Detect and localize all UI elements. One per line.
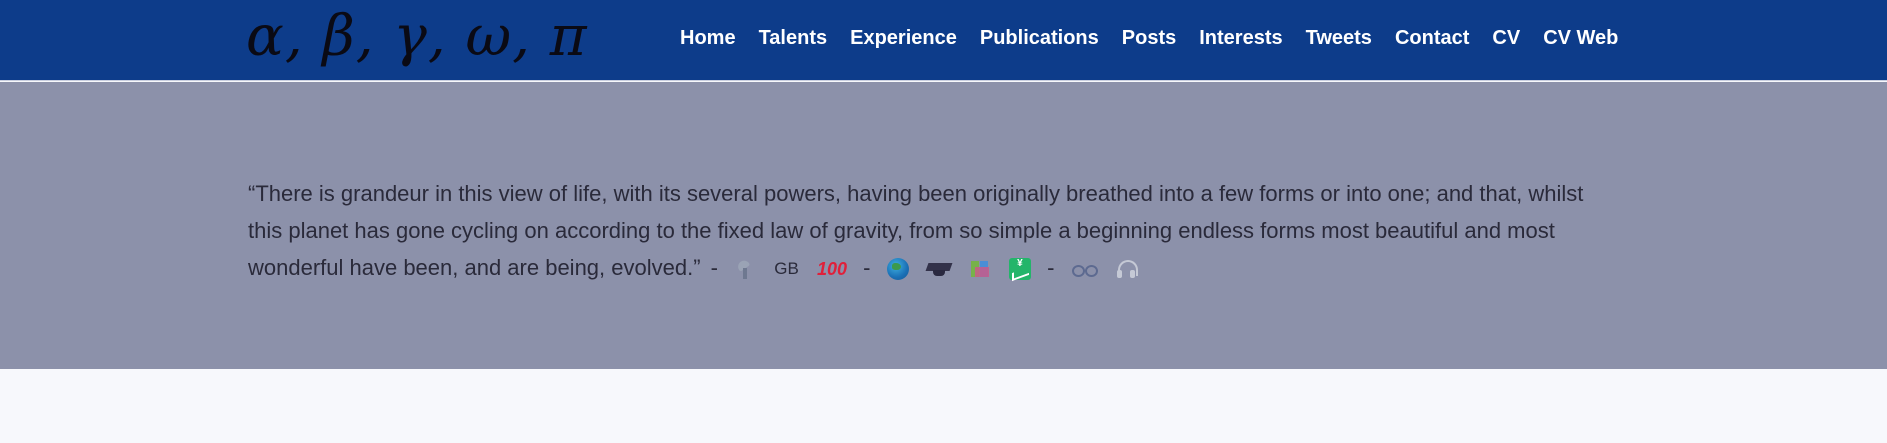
hundred-points-icon: 100 (816, 259, 847, 280)
nav-tweets-link[interactable]: Tweets (1306, 26, 1372, 50)
chart-yen-icon: ¥ (1008, 258, 1031, 281)
navbar: α, β, γ, ω, π Home Talents Experience Pu… (0, 0, 1887, 81)
nav-cv-web-link[interactable]: CV Web (1543, 26, 1618, 50)
site-brand[interactable]: α, β, γ, ω, π (246, 2, 588, 72)
headphones-icon (1115, 258, 1138, 280)
nav-posts-link[interactable]: Posts (1122, 26, 1176, 50)
graduation-cap-icon (927, 259, 951, 279)
gb-flag-icon: GB (774, 259, 799, 279)
microscope-icon (734, 258, 756, 280)
glasses-icon (1071, 262, 1098, 278)
nav-contact-link[interactable]: Contact (1395, 26, 1469, 50)
quote-text: “There is grandeur in this view of life,… (248, 181, 1584, 280)
icon-separator: - (863, 255, 871, 280)
hero-quote: “There is grandeur in this view of life,… (248, 175, 1618, 286)
books-icon (969, 259, 991, 279)
nav-interests-link[interactable]: Interests (1199, 26, 1282, 50)
nav-experience-link[interactable]: Experience (850, 26, 957, 50)
main-nav: Home Talents Experience Publications Pos… (680, 0, 1618, 75)
nav-publications-link[interactable]: Publications (980, 26, 1099, 50)
nav-cv-link[interactable]: CV (1492, 26, 1520, 50)
nav-talents-link[interactable]: Talents (759, 26, 828, 50)
quote-separator: - (710, 255, 718, 280)
icon-separator-2: - (1047, 255, 1055, 280)
globe-icon (886, 258, 909, 281)
nav-home-link[interactable]: Home (680, 26, 736, 50)
hero-section: “There is grandeur in this view of life,… (0, 82, 1887, 369)
